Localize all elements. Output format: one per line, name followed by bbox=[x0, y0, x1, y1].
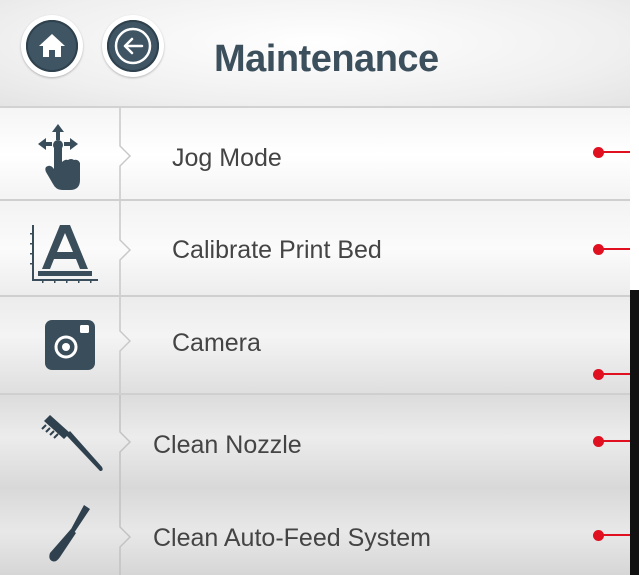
page-title: Maintenance bbox=[214, 38, 439, 80]
back-button[interactable] bbox=[102, 15, 164, 77]
menu-item-label: Clean Nozzle bbox=[153, 431, 302, 459]
menu-item-label: Clean Auto-Feed System bbox=[153, 524, 431, 552]
home-icon bbox=[39, 34, 65, 57]
hand-move-icon bbox=[38, 124, 80, 190]
home-button[interactable] bbox=[21, 15, 83, 77]
menu-item-label: Jog Mode bbox=[172, 144, 282, 172]
menu-item-icon-box bbox=[0, 108, 122, 201]
marker-line bbox=[603, 373, 630, 375]
marker-line bbox=[603, 440, 630, 442]
screen-edge bbox=[630, 290, 639, 575]
menu-item-label: Calibrate Print Bed bbox=[172, 236, 382, 264]
arrow-left-icon bbox=[114, 27, 152, 65]
marker-line bbox=[603, 534, 630, 536]
menu-item-clean-nozzle[interactable]: Clean Nozzle bbox=[0, 395, 630, 489]
menu-item-clean-auto-feed-system[interactable]: Clean Auto-Feed System bbox=[0, 489, 630, 575]
menu-item-icon-box bbox=[0, 395, 122, 489]
menu-item-calibrate-print-bed[interactable]: Calibrate Print Bed bbox=[0, 201, 630, 297]
brush-icon bbox=[41, 415, 103, 471]
menu-item-icon-box bbox=[0, 489, 122, 575]
menu-item-icon-box bbox=[0, 201, 122, 297]
header-bar: Maintenance bbox=[0, 0, 630, 108]
chevron-divider bbox=[119, 201, 132, 297]
menu-item-jog-mode[interactable]: Jog Mode bbox=[0, 108, 630, 201]
maintenance-screen: Maintenance Jog Mode Calibrate Print Bed… bbox=[0, 0, 630, 575]
chevron-divider bbox=[119, 395, 132, 489]
chevron-divider bbox=[119, 297, 132, 395]
marker-line bbox=[603, 151, 630, 153]
marker-line bbox=[603, 248, 630, 250]
menu-item-icon-box bbox=[0, 297, 122, 395]
calibrate-bed-icon bbox=[30, 225, 98, 283]
screwdriver-icon bbox=[49, 505, 90, 562]
menu-item-label: Camera bbox=[172, 329, 261, 357]
menu-item-camera[interactable]: Camera bbox=[0, 297, 630, 395]
camera-icon bbox=[45, 320, 95, 370]
chevron-divider bbox=[119, 489, 132, 575]
chevron-divider bbox=[119, 108, 132, 201]
